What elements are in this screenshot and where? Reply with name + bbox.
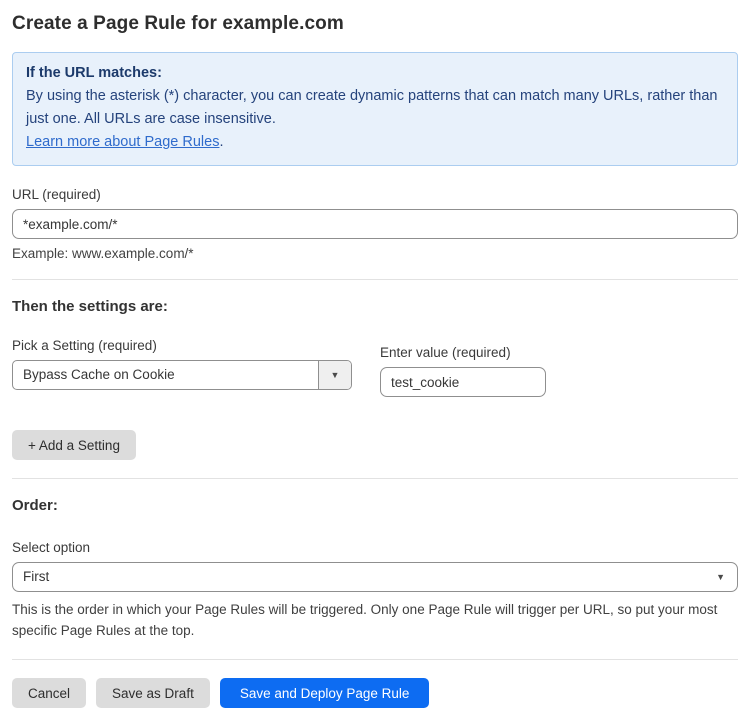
order-section-heading: Order: xyxy=(12,497,738,514)
settings-row: Pick a Setting (required) Bypass Cache o… xyxy=(12,338,738,397)
cancel-button[interactable]: Cancel xyxy=(12,678,86,708)
url-input[interactable] xyxy=(12,209,738,239)
save-as-draft-button[interactable]: Save as Draft xyxy=(96,678,210,708)
settings-section-heading: Then the settings are: xyxy=(12,298,738,315)
setting-value-input[interactable] xyxy=(380,367,546,397)
link-period: . xyxy=(219,134,223,150)
setting-value-column: Enter value (required) xyxy=(380,345,546,397)
order-select-label: Select option xyxy=(12,540,738,555)
info-box-heading: If the URL matches: xyxy=(26,62,724,85)
divider xyxy=(12,478,738,479)
setting-select-arrow-segment[interactable]: ▼ xyxy=(318,361,351,389)
order-help-text: This is the order in which your Page Rul… xyxy=(12,599,738,641)
chevron-down-icon: ▼ xyxy=(716,563,725,591)
setting-select-column: Pick a Setting (required) Bypass Cache o… xyxy=(12,338,352,397)
setting-select-label: Pick a Setting (required) xyxy=(12,338,352,353)
setting-select[interactable]: Bypass Cache on Cookie ▼ xyxy=(12,360,352,390)
save-and-deploy-button[interactable]: Save and Deploy Page Rule xyxy=(220,678,430,708)
url-match-info-box: If the URL matches: By using the asteris… xyxy=(12,52,738,166)
order-select-value: First xyxy=(13,563,737,591)
learn-more-link[interactable]: Learn more about Page Rules xyxy=(26,134,219,150)
value-field-label: Enter value (required) xyxy=(380,345,546,360)
divider xyxy=(12,279,738,280)
url-helper-text: Example: www.example.com/* xyxy=(12,246,738,261)
page-title: Create a Page Rule for example.com xyxy=(12,13,738,35)
order-select[interactable]: First ▼ xyxy=(12,562,738,592)
footer-button-row: Cancel Save as Draft Save and Deploy Pag… xyxy=(12,678,738,708)
info-box-link-line: Learn more about Page Rules. xyxy=(26,131,724,154)
url-field-label: URL (required) xyxy=(12,187,738,202)
setting-select-value: Bypass Cache on Cookie xyxy=(13,361,318,389)
info-box-body: By using the asterisk (*) character, you… xyxy=(26,85,724,131)
divider xyxy=(12,659,738,660)
chevron-down-icon: ▼ xyxy=(331,370,340,380)
add-setting-button[interactable]: + Add a Setting xyxy=(12,430,136,460)
